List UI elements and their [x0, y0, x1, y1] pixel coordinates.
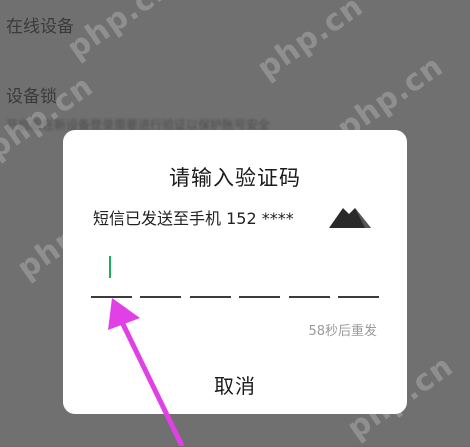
annotation-arrow-icon	[108, 298, 185, 446]
